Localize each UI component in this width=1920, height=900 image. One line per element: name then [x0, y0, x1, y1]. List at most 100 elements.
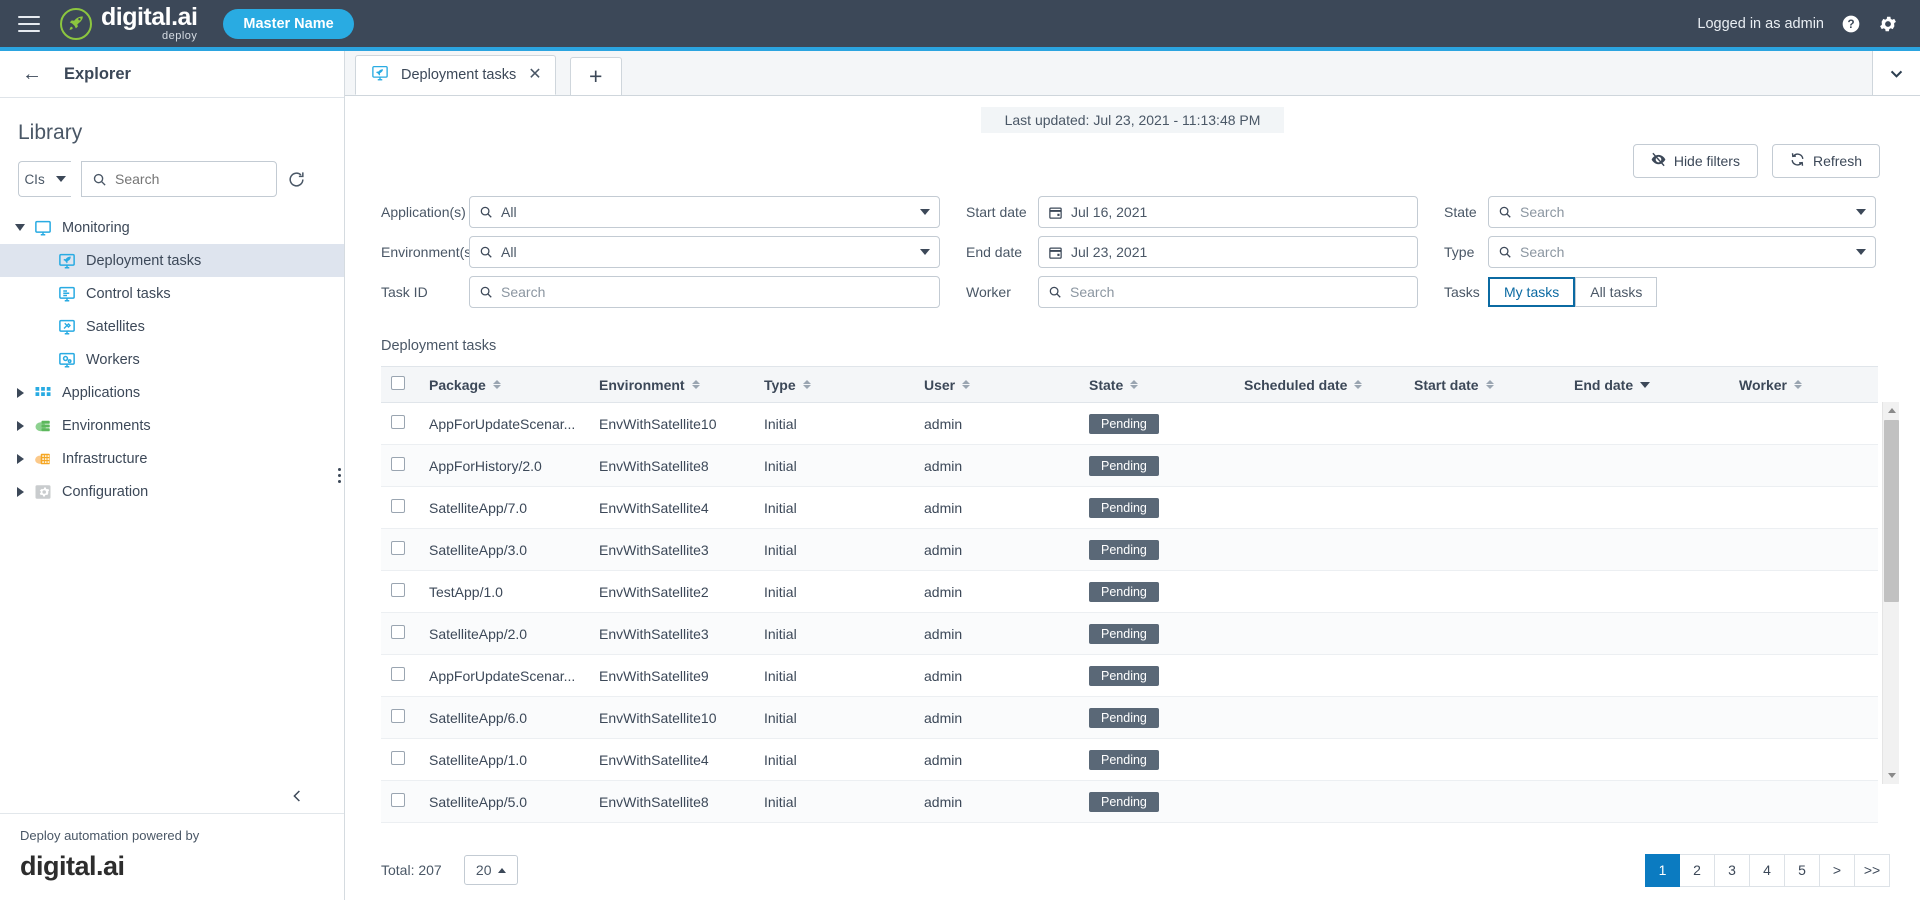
refresh-button[interactable]: Refresh: [1771, 144, 1880, 178]
table-row[interactable]: SatelliteApp/7.0 EnvWithSatellite4 Initial…: [381, 486, 1878, 529]
page-size-select[interactable]: 20: [463, 855, 518, 885]
master-name-pill[interactable]: Master Name: [223, 8, 354, 39]
sidebar-item-monitoring[interactable]: Monitoring: [0, 211, 344, 244]
scrollbar-thumb[interactable]: [1884, 420, 1899, 602]
sidebar-item-applications[interactable]: Applications: [0, 376, 344, 409]
table-row[interactable]: SatelliteApp/6.0 EnvWithSatellite10 Initia…: [381, 696, 1878, 739]
scroll-down-arrow-icon[interactable]: [1883, 767, 1900, 784]
library-search-box[interactable]: [81, 161, 277, 197]
column-header-package[interactable]: Package: [419, 366, 589, 403]
end-date-filter-input[interactable]: [1038, 236, 1418, 268]
application-dropdown-chevron-down-icon[interactable]: [920, 209, 930, 215]
column-header-start-date[interactable]: Start date: [1404, 366, 1564, 403]
back-arrow-icon[interactable]: ←: [22, 64, 42, 84]
pagination-button-4[interactable]: 4: [1750, 853, 1785, 887]
start-date-filter-input[interactable]: [1038, 196, 1418, 228]
row-checkbox[interactable]: [391, 583, 405, 597]
pagination-button-nextlast[interactable]: >>: [1855, 853, 1890, 887]
table-row[interactable]: SatelliteApp/1.0 EnvWithSatellite4 Initial…: [381, 738, 1878, 781]
table-row[interactable]: SatelliteApp/3.0 EnvWithSatellite3 Initial…: [381, 528, 1878, 571]
environment-dropdown-chevron-down-icon[interactable]: [920, 249, 930, 255]
row-select-cell[interactable]: [381, 570, 419, 613]
tree-toggle-collapsed-icon[interactable]: [12, 486, 28, 497]
column-header-user[interactable]: User: [914, 366, 1079, 403]
column-header-scheduled-date[interactable]: Scheduled date: [1234, 366, 1404, 403]
row-select-cell[interactable]: [381, 696, 419, 739]
pagination-button-1[interactable]: 1: [1645, 853, 1680, 887]
taskid-filter-value[interactable]: [501, 284, 930, 300]
end-date-filter-value[interactable]: [1071, 244, 1408, 260]
gear-icon[interactable]: [1878, 14, 1898, 34]
row-select-cell[interactable]: [381, 780, 419, 823]
table-vertical-scrollbar[interactable]: [1882, 402, 1899, 784]
row-select-cell[interactable]: [381, 612, 419, 655]
tab-overflow-chevron-down-icon[interactable]: [1872, 51, 1920, 95]
row-select-cell[interactable]: [381, 486, 419, 529]
sidebar-item-environments[interactable]: Environments: [0, 409, 344, 442]
select-all-checkbox[interactable]: [391, 376, 405, 390]
row-checkbox[interactable]: [391, 667, 405, 681]
hide-filters-button[interactable]: Hide filters: [1632, 144, 1758, 178]
column-header-end-date[interactable]: End date: [1564, 366, 1729, 403]
library-search-input[interactable]: [115, 171, 255, 187]
row-select-cell[interactable]: [381, 402, 419, 445]
type-filter-input[interactable]: [1488, 236, 1876, 268]
row-checkbox[interactable]: [391, 415, 405, 429]
select-all-header[interactable]: [381, 366, 419, 403]
scroll-up-arrow-icon[interactable]: [1883, 402, 1900, 419]
sidebar-item-deployment-tasks[interactable]: Deployment tasks: [0, 244, 344, 277]
application-filter-value[interactable]: [501, 204, 912, 220]
row-checkbox[interactable]: [391, 709, 405, 723]
state-filter-value[interactable]: [1520, 204, 1848, 220]
sidebar-item-control-tasks[interactable]: Control tasks: [0, 277, 344, 310]
table-row[interactable]: TestApp/1.0 EnvWithSatellite2 Initial admin…: [381, 570, 1878, 613]
pagination-button-5[interactable]: 5: [1785, 853, 1820, 887]
tree-toggle-expanded-icon[interactable]: [12, 224, 28, 231]
column-header-environment[interactable]: Environment: [589, 366, 754, 403]
sidebar-item-satellites[interactable]: Satellites: [0, 310, 344, 343]
row-select-cell[interactable]: [381, 528, 419, 571]
tree-toggle-collapsed-icon[interactable]: [12, 453, 28, 464]
tab-deployment-tasks[interactable]: Deployment tasks ✕: [355, 55, 556, 95]
type-dropdown-chevron-down-icon[interactable]: [1856, 249, 1866, 255]
column-header-state[interactable]: State: [1079, 366, 1234, 403]
new-tab-button[interactable]: +: [569, 57, 622, 95]
pagination-button-2[interactable]: 2: [1680, 853, 1715, 887]
library-refresh-icon[interactable]: [287, 170, 306, 189]
pagination-button-3[interactable]: 3: [1715, 853, 1750, 887]
row-checkbox[interactable]: [391, 625, 405, 639]
application-filter-input[interactable]: [469, 196, 940, 228]
table-row[interactable]: AppForUpdateScenar... EnvWithSatellite9 In…: [381, 654, 1878, 697]
table-row[interactable]: AppForHistory/2.0 EnvWithSatellite8 Initia…: [381, 444, 1878, 487]
row-select-cell[interactable]: [381, 654, 419, 697]
table-row[interactable]: SatelliteApp/5.0 EnvWithSatellite8 Initial…: [381, 780, 1878, 823]
row-select-cell[interactable]: [381, 444, 419, 487]
row-checkbox[interactable]: [391, 457, 405, 471]
column-header-worker[interactable]: Worker: [1729, 366, 1878, 403]
sidebar-item-infrastructure[interactable]: Infrastructure: [0, 442, 344, 475]
tasks-toggle-all-tasks[interactable]: All tasks: [1575, 277, 1658, 307]
environment-filter-input[interactable]: [469, 236, 940, 268]
tree-toggle-collapsed-icon[interactable]: [12, 420, 28, 431]
sidebar-item-workers[interactable]: Workers: [0, 343, 344, 376]
sidebar-collapse-icon[interactable]: [290, 786, 305, 812]
row-checkbox[interactable]: [391, 499, 405, 513]
state-dropdown-chevron-down-icon[interactable]: [1856, 209, 1866, 215]
help-circle-icon[interactable]: ?: [1841, 14, 1861, 34]
state-filter-input[interactable]: [1488, 196, 1876, 228]
hamburger-menu-icon[interactable]: [18, 15, 40, 32]
type-filter-value[interactable]: [1520, 244, 1848, 260]
worker-filter-input[interactable]: [1038, 276, 1418, 308]
cis-type-select[interactable]: CIs: [18, 161, 71, 197]
tree-toggle-collapsed-icon[interactable]: [12, 387, 28, 398]
row-checkbox[interactable]: [391, 751, 405, 765]
taskid-filter-input[interactable]: [469, 276, 940, 308]
table-row[interactable]: SatelliteApp/2.0 EnvWithSatellite3 Initial…: [381, 612, 1878, 655]
pagination-button-next[interactable]: >: [1820, 853, 1855, 887]
row-checkbox[interactable]: [391, 541, 405, 555]
column-header-type[interactable]: Type: [754, 366, 914, 403]
tab-close-icon[interactable]: ✕: [528, 67, 541, 83]
worker-filter-value[interactable]: [1070, 284, 1408, 300]
tasks-toggle-my-tasks[interactable]: My tasks: [1488, 277, 1576, 307]
row-select-cell[interactable]: [381, 738, 419, 781]
